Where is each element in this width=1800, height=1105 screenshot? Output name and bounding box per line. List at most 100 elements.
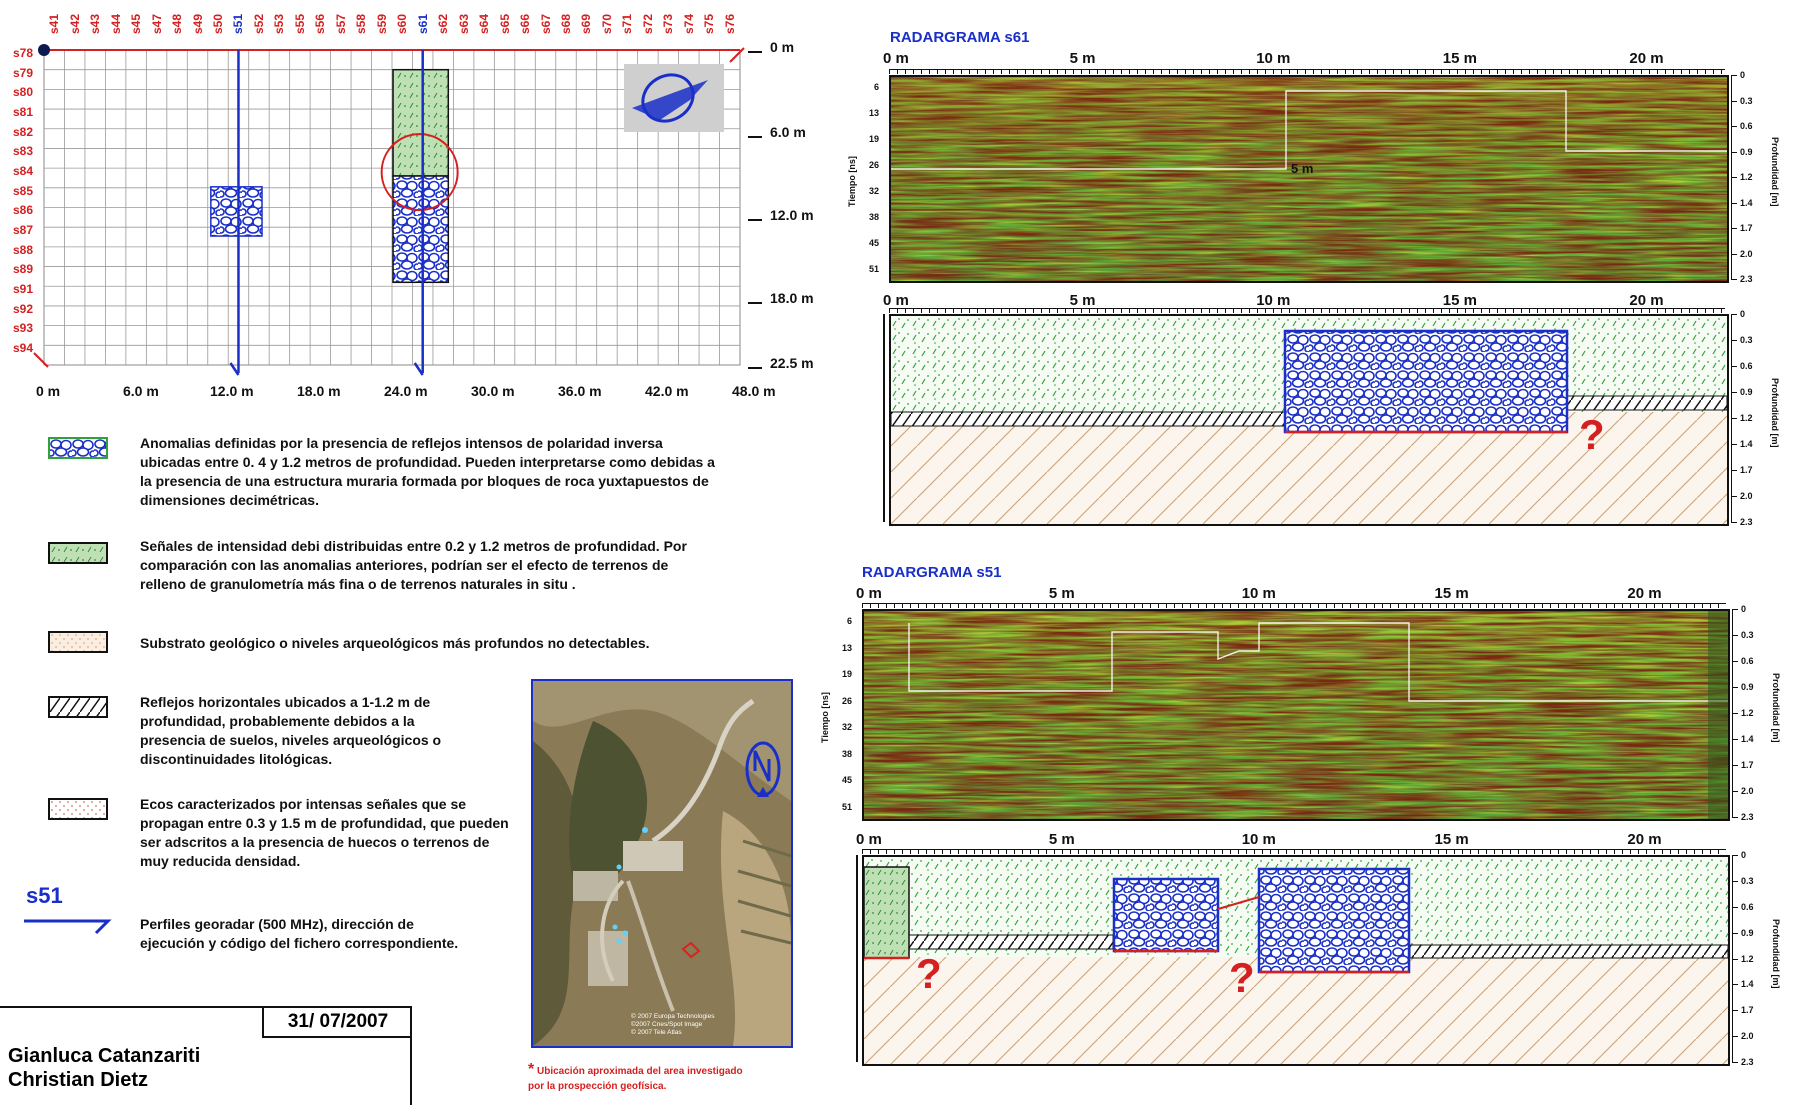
legend-text-3: Substrato geológico o niveles arqueológi… [140, 635, 650, 651]
grid-col-s67: s67 [538, 13, 553, 34]
grid-x-tick: 0 m [36, 383, 61, 399]
depth-tick-mark [1732, 817, 1738, 818]
depth-tick: 0.3 [1740, 95, 1753, 106]
grid-row-s84: s84 [13, 163, 34, 178]
depth-tick: 1.7 [1741, 1005, 1754, 1016]
radargram-s51-title: RADARGRAMA s51 [862, 564, 1002, 581]
origin-dot [38, 44, 50, 56]
grid-row-s94: s94 [13, 341, 34, 356]
credit-1: © 2007 Europa Technologies [631, 1013, 715, 1020]
depth-tick: 2.0 [1740, 248, 1753, 259]
grid-x-tick: 18.0 m [297, 383, 341, 399]
grid-col-s44: s44 [108, 13, 123, 34]
interpretation-s51-panel: ? ? [862, 855, 1730, 1066]
depth-tick-mark [1731, 340, 1737, 341]
grid-col-s72: s72 [640, 13, 655, 34]
depth-tick: 2.3 [1740, 517, 1753, 527]
note-star: * [528, 1061, 535, 1078]
note-line-1: Ubicación aproximada del area investigad… [537, 1066, 743, 1077]
depth-tick-mark [1731, 100, 1737, 102]
question-mark-s61: ? [1579, 411, 1605, 458]
legend-text-1: Anomalias definidas por la presencia de … [140, 435, 715, 508]
grid-x-tick: 42.0 m [645, 383, 689, 399]
time-tick: 32 [868, 186, 879, 196]
depth-tick-mark [1731, 470, 1737, 471]
time-tick: 6 [846, 616, 852, 626]
depth-tick-mark [1731, 253, 1737, 255]
time-tick: 45 [841, 775, 852, 786]
radar-x-tick: 5 m [1048, 585, 1075, 602]
grid-x-tick: 24.0 m [384, 383, 428, 399]
depth-tick: 0.9 [1740, 146, 1753, 157]
depth-tick-mark [1732, 635, 1738, 636]
depth-tick-mark [1732, 958, 1738, 960]
time-tick: 19 [868, 134, 879, 144]
depth-axis-label: Profundidad [m] [1770, 378, 1780, 448]
depth-tick: 1.2 [1741, 708, 1754, 718]
depth-tick: 2.0 [1741, 1031, 1754, 1042]
credit-3: © 2007 Tele Atlas [631, 1029, 682, 1036]
depth-tick: 1.7 [1740, 465, 1753, 475]
date: 31/ 07/2007 [287, 1011, 389, 1032]
depth-tick: 2.0 [1741, 786, 1754, 796]
interp-left-axis [856, 855, 858, 1062]
depth-tick: 2.3 [1740, 274, 1753, 284]
grid-x-tick: 36.0 m [558, 383, 602, 399]
grid-row-s86: s86 [13, 203, 34, 218]
radar-x-tick: 10 m [1256, 292, 1291, 309]
depth-tick-mark [1732, 765, 1738, 766]
grid-row-s89: s89 [13, 262, 34, 277]
depth-tick-mark [1731, 126, 1737, 127]
radar-x-tick: 0 m [856, 585, 882, 602]
grid-col-s73: s73 [661, 13, 676, 34]
grid-col-s41: s41 [47, 13, 62, 34]
grid-row-s85: s85 [13, 183, 34, 198]
profile-arrow-icon [24, 919, 112, 935]
anomaly-s51 [210, 186, 263, 237]
depth-tick: 0 [1740, 70, 1746, 80]
grid-col-s63: s63 [456, 13, 471, 34]
grid-col-s52: s52 [251, 13, 266, 34]
survey-grid: s41 s42 s43 s44 s45 s47 s48 s49 s50 s51 s52 s53 s55 s… [0, 0, 814, 400]
grid-y-tick-mark [748, 302, 762, 304]
grid-row-s87: s87 [13, 223, 34, 238]
grid-col-s75: s75 [702, 13, 717, 34]
depth-tick: 1.4 [1740, 439, 1753, 449]
legend-text-2: Señales de intensidad debi distribuidas … [140, 538, 687, 592]
depth-tick: 2.3 [1741, 812, 1754, 822]
grid-col-s48: s48 [170, 13, 185, 34]
depth-tick: 0.6 [1740, 121, 1753, 131]
grid-x-tick: 12.0 m [210, 383, 254, 399]
depth-tick: 0.3 [1740, 335, 1753, 345]
time-axis-label: Tiempo [ns] [820, 692, 830, 743]
credit-2: ©2007 Cnes/Spot Image [631, 1021, 703, 1028]
depth-tick-mark [1732, 1062, 1738, 1063]
depth-axis-label: Profundidad [m] [1770, 137, 1780, 207]
time-tick: 26 [868, 160, 879, 170]
grid-col-s51: s51 [231, 13, 246, 34]
radar-x-tick: 0 m [883, 50, 909, 67]
grid-row-s82: s82 [13, 124, 34, 139]
grid-svg [33, 44, 745, 376]
satellite-map: © 2007 Europa Technologies ©2007 Cnes/Sp… [531, 679, 793, 1048]
radargram-s51-panel [862, 609, 1730, 821]
depth-tick-mark [1732, 984, 1738, 986]
depth-tick-mark [1732, 739, 1738, 740]
radar-x-tick: 10 m [1241, 831, 1276, 848]
radar-top-ruler [889, 308, 1725, 313]
radar-x-tick: 15 m [1434, 585, 1469, 602]
depth-tick-mark [1732, 713, 1738, 714]
depth-tick-mark [1731, 418, 1737, 419]
grid-col-s58: s58 [354, 13, 369, 34]
title-block: 31/ 07/2007 Gianluca Catanzariti Christi… [0, 1006, 412, 1105]
grid-col-s56: s56 [313, 13, 328, 34]
grid-col-s69: s69 [579, 13, 594, 34]
depth-tick: 0.9 [1741, 682, 1754, 692]
radar-x-tick: 20 m [1627, 585, 1662, 602]
depth-tick-mark [1732, 880, 1738, 882]
depth-tick-mark [1731, 228, 1737, 229]
grid-y-tick-mark [748, 51, 762, 53]
grid-row-s92: s92 [13, 301, 34, 316]
depth-tick-mark [1731, 177, 1737, 178]
depth-tick-mark [1731, 202, 1737, 204]
